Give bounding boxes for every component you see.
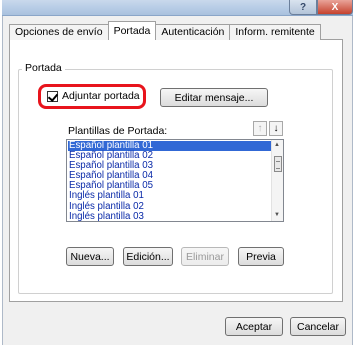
scroll-up-icon[interactable]: ▲: [274, 142, 280, 148]
accept-button[interactable]: Aceptar: [225, 317, 283, 336]
tab-portada[interactable]: Portada: [107, 21, 157, 40]
templates-label: Plantillas de Portada:: [68, 125, 168, 137]
move-up-icon[interactable]: ↑: [253, 121, 267, 136]
tab-strip: Opciones de envío Portada Autenticación …: [9, 21, 321, 40]
attach-cover-checkbox-row[interactable]: Adjuntar portada: [47, 90, 140, 102]
help-button[interactable]: ?: [289, 0, 317, 15]
scroll-thumb[interactable]: [274, 156, 282, 172]
tab-inform-remitente[interactable]: Inform. remitente: [229, 24, 321, 40]
attach-cover-checkbox[interactable]: [47, 90, 58, 102]
edit-template-button[interactable]: Edición...: [123, 247, 173, 266]
portada-group-title: Portada: [22, 62, 65, 74]
templates-list: Español plantilla 01 Español plantilla 02…: [68, 140, 272, 221]
tab-opciones-de-envio[interactable]: Opciones de envío: [9, 24, 109, 40]
templates-listbox[interactable]: Español plantilla 01 Español plantilla 02…: [66, 139, 284, 222]
delete-template-button[interactable]: Eliminar: [181, 247, 229, 266]
new-template-button[interactable]: Nueva...: [66, 247, 114, 266]
title-bar[interactable]: ? X: [2, 0, 353, 16]
close-button[interactable]: X: [317, 0, 353, 15]
edit-message-button[interactable]: Editar mensaje...: [160, 88, 268, 107]
cancel-button[interactable]: Cancelar: [290, 317, 346, 336]
scroll-down-icon[interactable]: ▼: [274, 212, 280, 218]
preview-template-button[interactable]: Previa: [238, 247, 284, 266]
sort-buttons: ↑ ↓: [253, 121, 283, 136]
listbox-scrollbar[interactable]: ▲ ▼: [271, 140, 283, 221]
dialog-window: ? X Opciones de envío Portada Autenticac…: [0, 0, 355, 345]
move-down-icon[interactable]: ↓: [269, 121, 283, 136]
tab-autenticacion[interactable]: Autenticación: [155, 24, 231, 40]
template-list-item[interactable]: Inglés plantilla 03: [68, 211, 272, 221]
attach-cover-label: Adjuntar portada: [62, 90, 140, 102]
